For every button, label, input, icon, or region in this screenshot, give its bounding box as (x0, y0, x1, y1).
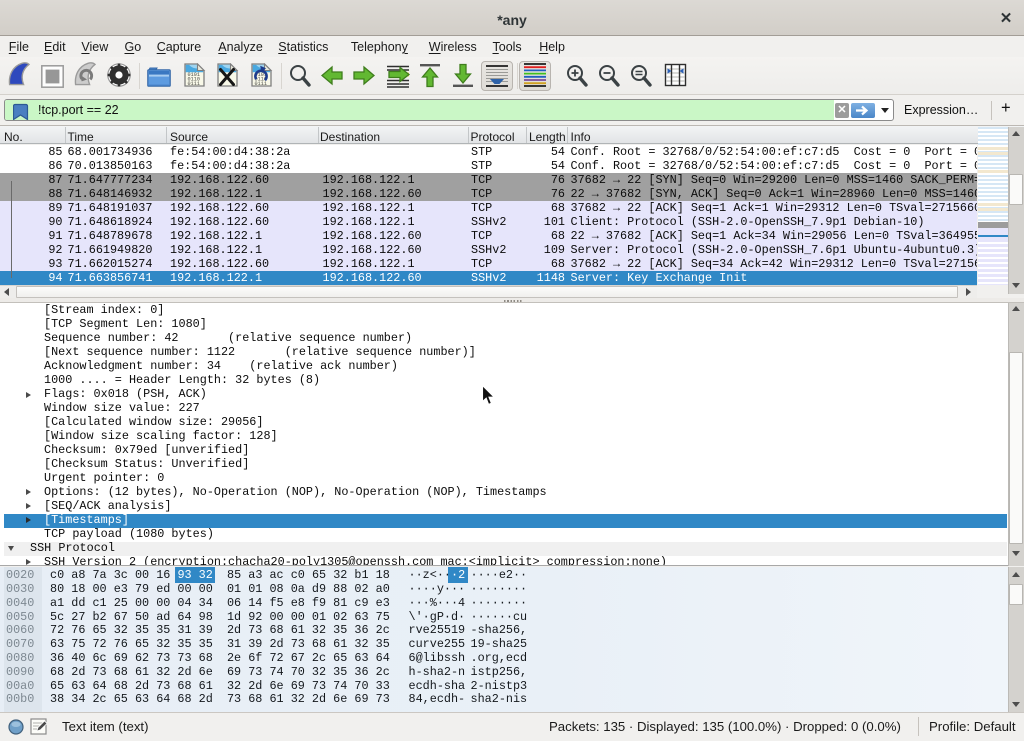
svg-text:0111: 0111 (255, 81, 267, 87)
svg-text:0111: 0111 (188, 81, 200, 87)
